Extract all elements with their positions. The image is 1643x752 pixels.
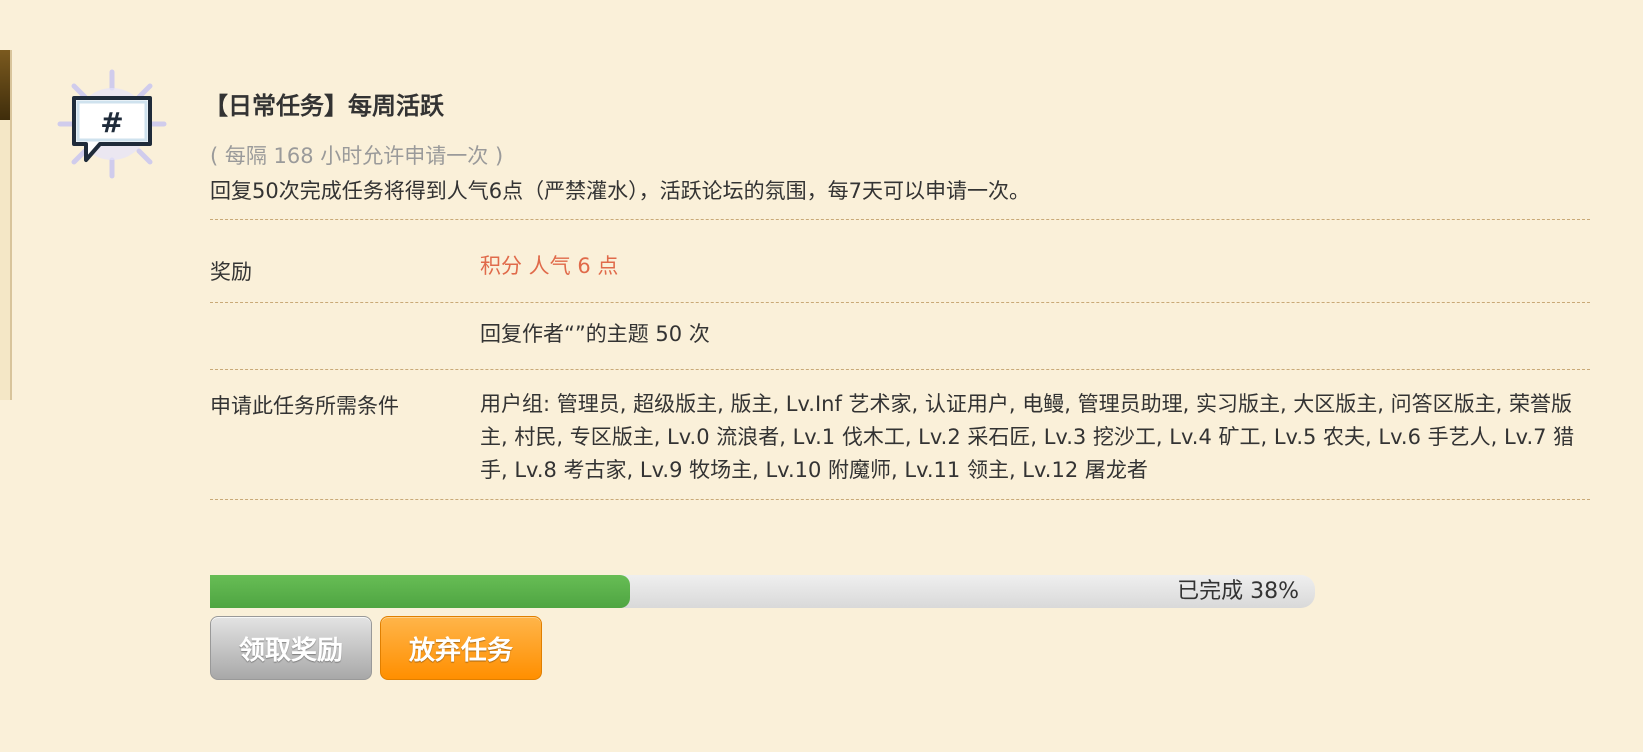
requirement-row: 申请此任务所需条件 用户组: 管理员, 超级版主, 版主, Lv.Inf 艺术家… bbox=[210, 370, 1590, 499]
task-content: 【日常任务】每周活跃 ( 每隔 168 小时允许申请一次 ) 回复50次完成任务… bbox=[204, 88, 1590, 500]
abandon-task-button[interactable]: 放弃任务 bbox=[380, 616, 542, 680]
condition-value: 回复作者“”的主题 50 次 bbox=[480, 322, 710, 346]
task-title: 【日常任务】每周活跃 bbox=[204, 92, 444, 120]
progress-track bbox=[210, 575, 1315, 608]
condition-row: 回复作者“”的主题 50 次 bbox=[210, 303, 1590, 369]
progress-bar: 已完成 38% bbox=[210, 575, 1315, 608]
svg-text:#: # bbox=[100, 106, 123, 139]
requirement-value: 用户组: 管理员, 超级版主, 版主, Lv.Inf 艺术家, 认证用户, 电鳗… bbox=[480, 392, 1575, 482]
claim-reward-button[interactable]: 领取奖励 bbox=[210, 616, 372, 680]
left-panel-tab bbox=[0, 50, 10, 120]
requirement-label: 申请此任务所需条件 bbox=[210, 394, 399, 418]
left-panel-edge bbox=[0, 50, 12, 400]
reward-value: 积分 人气 6 点 bbox=[480, 254, 619, 278]
task-description: 回复50次完成任务将得到人气6点（严禁灌水），活跃论坛的氛围，每7天可以申请一次… bbox=[210, 179, 1030, 203]
speech-bubble-hash-icon: # bbox=[56, 68, 168, 180]
reward-label: 奖励 bbox=[210, 260, 252, 284]
reward-row: 奖励 积分 人气 6 点 bbox=[210, 220, 1590, 302]
progress-fill bbox=[210, 575, 630, 608]
task-period: ( 每隔 168 小时允许申请一次 ) bbox=[210, 144, 504, 168]
action-buttons: 领取奖励 放弃任务 bbox=[210, 616, 542, 680]
divider bbox=[210, 499, 1590, 500]
progress-label: 已完成 38% bbox=[1177, 579, 1299, 604]
